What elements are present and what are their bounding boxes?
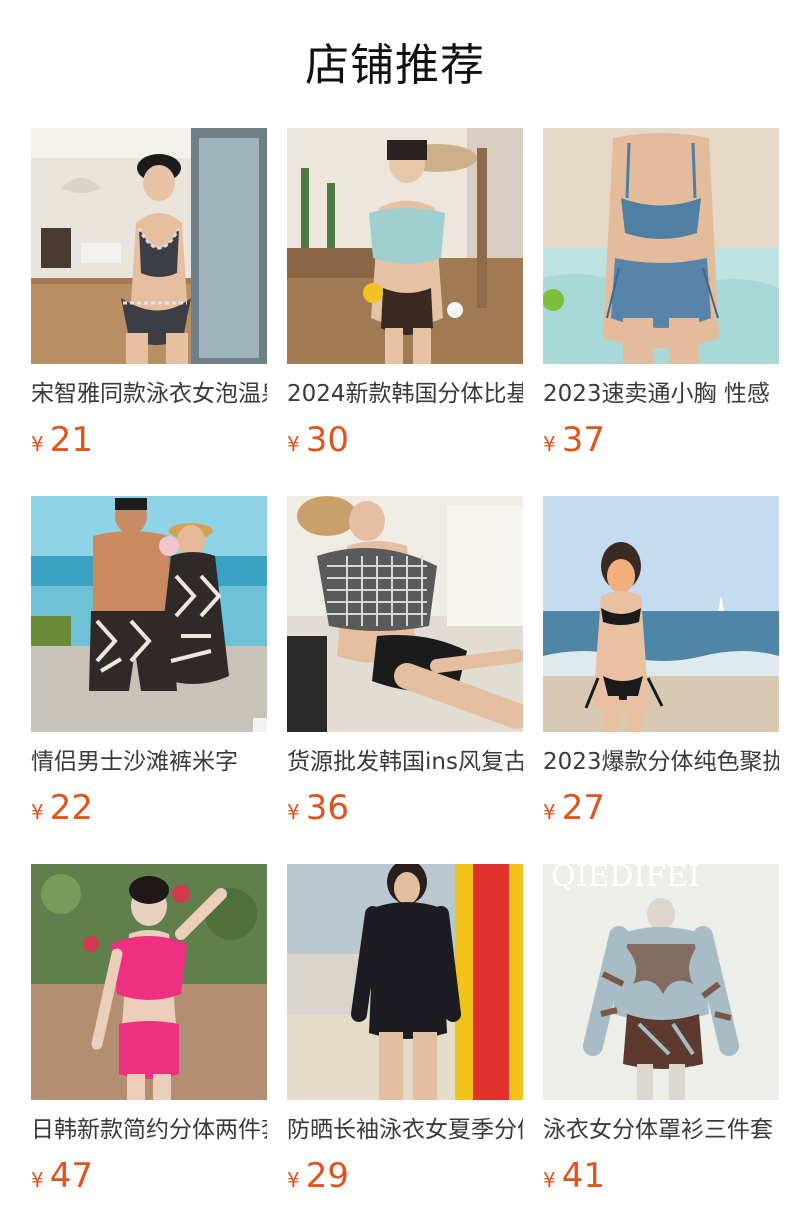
product-price: ¥22 <box>31 788 267 828</box>
product-title[interactable]: 2024新款韩国分体比基尼 <box>287 378 523 410</box>
product-card[interactable]: 宋智雅同款泳衣女泡温泉 ¥21 <box>31 128 267 496</box>
product-image[interactable] <box>543 128 779 364</box>
currency-symbol: ¥ <box>543 1168 556 1192</box>
product-title[interactable]: 泳衣女分体罩衫三件套 <box>543 1114 779 1146</box>
product-card[interactable]: 防晒长袖泳衣女夏季分体 ¥29 <box>287 864 523 1232</box>
currency-symbol: ¥ <box>31 432 44 456</box>
currency-symbol: ¥ <box>287 1168 300 1192</box>
currency-symbol: ¥ <box>31 800 44 824</box>
product-title[interactable]: 2023爆款分体纯色聚拢 <box>543 746 779 778</box>
product-price: ¥27 <box>543 788 779 828</box>
price-amount: 37 <box>561 420 605 460</box>
product-card[interactable]: 2024新款韩国分体比基尼 ¥30 <box>287 128 523 496</box>
product-title[interactable]: 日韩新款简约分体两件套 <box>31 1114 267 1146</box>
product-card[interactable]: 2023速卖通小胸 性感 ¥37 <box>543 128 779 496</box>
price-amount: 36 <box>305 788 349 828</box>
product-card[interactable]: 情侣男士沙滩裤米字 ¥22 <box>31 496 267 864</box>
price-amount: 47 <box>49 1156 93 1196</box>
page: 店铺推荐 宋智雅同款泳衣女泡温泉 ¥ 21 2024新款韩国分体比基 ¥ 30 … <box>0 0 790 1232</box>
product-price: ¥21 <box>31 420 267 460</box>
currency-symbol: ¥ <box>287 432 300 456</box>
currency-symbol: ¥ <box>287 800 300 824</box>
product-title[interactable]: 2023速卖通小胸 性感 <box>543 378 779 410</box>
product-price: ¥36 <box>287 788 523 828</box>
product-title[interactable]: 宋智雅同款泳衣女泡温泉 <box>31 378 267 410</box>
product-price: ¥41 <box>543 1156 779 1196</box>
product-image[interactable] <box>287 864 523 1100</box>
price-amount: 29 <box>305 1156 349 1196</box>
product-card[interactable]: 2023爆款分体纯色聚拢 ¥27 <box>543 496 779 864</box>
price-amount: 21 <box>49 420 93 460</box>
product-price: ¥30 <box>287 420 523 460</box>
product-card[interactable]: 货源批发韩国ins风复古 ¥36 <box>287 496 523 864</box>
currency-symbol: ¥ <box>543 432 556 456</box>
product-title[interactable]: 情侣男士沙滩裤米字 <box>31 746 267 778</box>
product-image[interactable] <box>31 496 267 732</box>
product-card[interactable]: QIEDIFEI 泳衣女分体罩衫三件套 ¥41 <box>543 864 779 1232</box>
product-image[interactable] <box>31 128 267 364</box>
price-amount: 27 <box>561 788 605 828</box>
price-amount: 41 <box>561 1156 605 1196</box>
product-price: ¥37 <box>543 420 779 460</box>
price-amount: 22 <box>49 788 93 828</box>
product-price: ¥47 <box>31 1156 267 1196</box>
brand-watermark: QIEDIFEI <box>551 864 700 894</box>
product-image[interactable]: QIEDIFEI <box>543 864 779 1100</box>
currency-symbol: ¥ <box>543 800 556 824</box>
product-image[interactable] <box>287 496 523 732</box>
product-card[interactable]: 日韩新款简约分体两件套 ¥47 <box>31 864 267 1232</box>
price-amount: 30 <box>305 420 349 460</box>
product-image[interactable] <box>31 864 267 1100</box>
currency-symbol: ¥ <box>31 1168 44 1192</box>
product-title[interactable]: 防晒长袖泳衣女夏季分体 <box>287 1114 523 1146</box>
product-grid: 宋智雅同款泳衣女泡温泉 ¥21 2024新款韩国分体比基 ¥ 30 2023速卖… <box>31 128 779 1232</box>
product-image[interactable] <box>287 128 523 364</box>
product-image[interactable] <box>543 496 779 732</box>
product-price: ¥29 <box>287 1156 523 1196</box>
section-title: 店铺推荐 <box>305 40 485 91</box>
product-title[interactable]: 货源批发韩国ins风复古 <box>287 746 523 778</box>
